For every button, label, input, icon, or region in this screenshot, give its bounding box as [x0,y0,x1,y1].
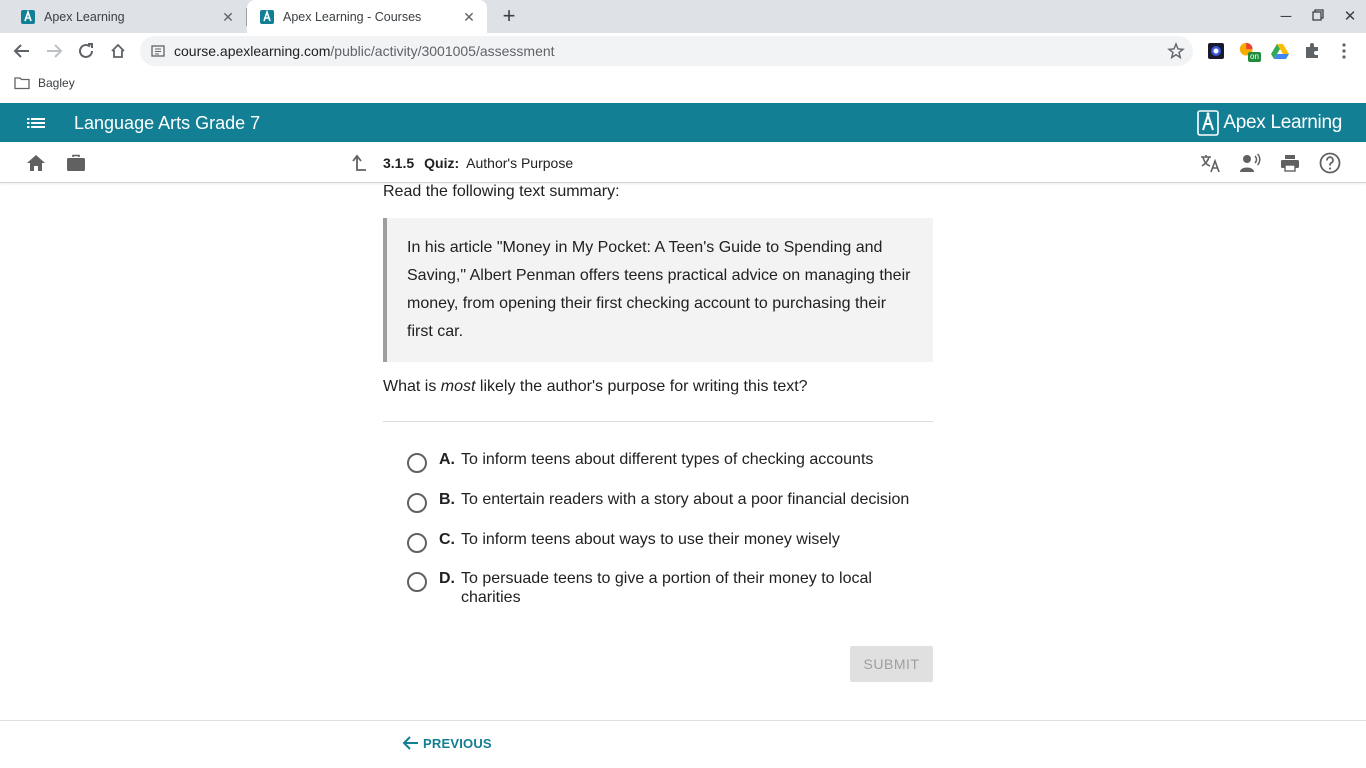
address-bar[interactable]: course.apexlearning.com/public/activity/… [140,36,1193,66]
text-to-speech-icon[interactable] [1239,152,1261,174]
divider [383,421,933,422]
tab-close-icon[interactable]: ✕ [220,9,236,25]
activity-toolbar: 3.1.5 Quiz: Author's Purpose [0,142,1366,183]
apex-learning-logo: Apex Learning [1197,110,1342,136]
option-text: To entertain readers with a story about … [461,491,910,508]
answer-option-a[interactable]: A. To inform teens about different types… [407,450,927,473]
radio-button[interactable] [407,493,427,513]
browser-tabstrip: Apex Learning ✕ Apex Learning - Courses … [0,0,1366,33]
extension-dark-icon[interactable] [1206,41,1226,61]
home-icon[interactable] [106,39,130,63]
breadcrumb: 3.1.5 Quiz: Author's Purpose [383,155,573,171]
activity-title: Author's Purpose [466,155,574,171]
bookmark-label: Bagley [38,76,75,90]
apex-favicon-icon [20,8,36,25]
activity-type: Quiz: [424,155,460,171]
translate-icon[interactable] [1199,152,1221,174]
option-text: To inform teens about ways to use their … [461,531,840,548]
activity-number: 3.1.5 [383,155,415,171]
extension-badge-icon[interactable]: on [1238,41,1261,62]
print-icon[interactable] [1279,152,1301,174]
option-letter: A. [439,451,455,468]
back-arrow-icon[interactable] [10,39,34,63]
menu-list-icon[interactable] [26,113,46,133]
app-header: Language Arts Grade 7 Apex Learning [0,103,1366,142]
google-drive-icon[interactable] [1270,41,1290,61]
radio-button[interactable] [407,453,427,473]
browser-toolbar: course.apexlearning.com/public/activity/… [0,33,1366,69]
browser-tab-apex-learning[interactable]: Apex Learning ✕ [0,0,246,33]
arrow-left-icon [402,736,418,750]
url-text: course.apexlearning.com/public/activity/… [174,43,555,59]
new-tab-plus-icon[interactable]: + [498,5,520,28]
close-window-icon[interactable]: ✕ [1338,6,1362,28]
help-icon[interactable] [1319,152,1341,174]
apex-logo-mark-icon [1197,110,1220,136]
browser-tab-apex-courses[interactable]: Apex Learning - Courses ✕ [247,0,487,33]
answer-option-d[interactable]: D. To persuade teens to give a portion o… [407,569,877,607]
previous-button[interactable]: PREVIOUS [402,735,492,751]
radio-button[interactable] [407,533,427,553]
apex-favicon-icon [259,8,275,25]
home-icon[interactable] [25,152,47,174]
extension-badge-label: on [1248,52,1261,62]
tab-close-icon[interactable]: ✕ [461,9,477,25]
bookmark-folder-bagley[interactable]: Bagley [14,76,75,90]
option-letter: B. [439,491,455,508]
bookmark-star-icon[interactable] [1167,42,1185,60]
passage-text: In his article "Money in My Pocket: A Te… [407,239,911,340]
question-prompt: What is most likely the author's purpose… [383,378,808,395]
answer-option-b[interactable]: B. To entertain readers with a story abo… [407,490,927,513]
briefcase-icon[interactable] [65,152,87,174]
minimize-icon[interactable]: ─ [1274,6,1298,28]
submit-button[interactable]: SUBMIT [850,646,933,682]
option-text: To persuade teens to give a portion of t… [461,570,872,606]
answer-option-c[interactable]: C. To inform teens about ways to use the… [407,530,927,553]
quiz-instruction: Read the following text summary: [383,183,620,200]
bookmarks-bar: Bagley [0,69,1366,103]
forward-arrow-icon[interactable] [42,39,66,63]
activity-footer: PREVIOUS [0,720,1366,768]
browser-menu-kebab-icon[interactable] [1334,41,1354,61]
restore-icon[interactable] [1306,6,1330,28]
text-summary-passage: In his article "Money in My Pocket: A Te… [383,218,933,362]
folder-icon [14,77,30,90]
site-info-icon[interactable] [151,44,165,63]
option-letter: D. [439,570,455,587]
course-title: Language Arts Grade 7 [74,113,261,133]
option-letter: C. [439,531,455,548]
option-text: To inform teens about different types of… [461,451,874,468]
tab-title: Apex Learning - Courses [283,9,422,24]
tab-title: Apex Learning [44,9,125,24]
extensions-puzzle-icon[interactable] [1302,41,1322,61]
up-level-arrow-icon[interactable] [347,152,369,174]
reload-icon[interactable] [74,39,98,63]
radio-button[interactable] [407,572,427,592]
